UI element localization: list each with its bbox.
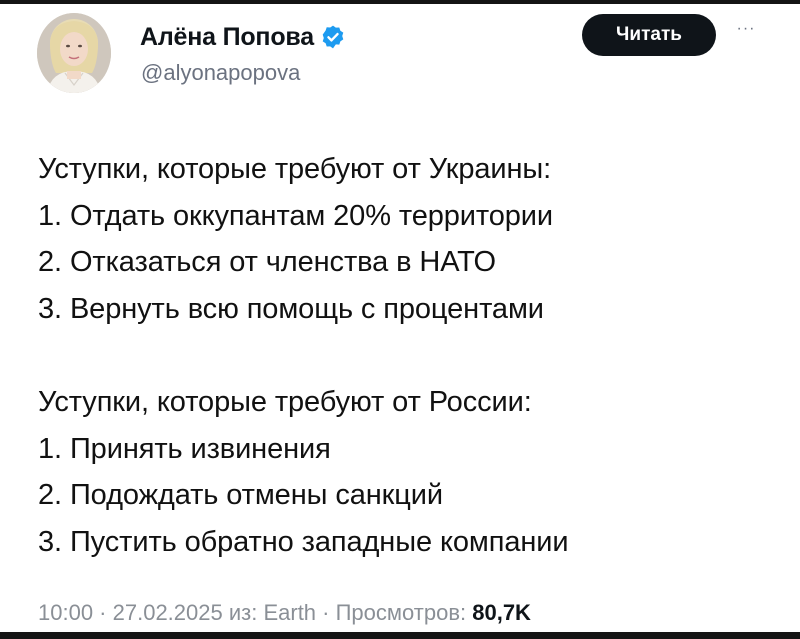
tweet-text-line: 3. Пустить обратно западные компании — [38, 525, 569, 558]
views-count: 80,7K — [472, 600, 531, 625]
tweet-card: Алёна Попова @alyonapopova Читать ··· Ус… — [0, 0, 800, 639]
tweet-date[interactable]: 27.02.2025 — [113, 600, 223, 625]
tweet-text-line: 2. Подождать отмены санкций — [38, 479, 443, 511]
author-name-row: Алёна Попова — [140, 21, 346, 53]
tweet-text: Уступки, которые требуют от Украины: 1. … — [38, 146, 778, 565]
more-options-icon[interactable]: ··· — [731, 20, 761, 40]
source-prefix: из: — [222, 600, 264, 625]
follow-button[interactable]: Читать — [582, 14, 716, 56]
author-handle[interactable]: @alyonapopova — [141, 60, 300, 86]
avatar[interactable] — [37, 13, 111, 93]
tweet-text-line: 3. Вернуть всю помощь с процентами — [38, 292, 544, 325]
author-display-name[interactable]: Алёна Попова — [140, 23, 314, 52]
tweet-source: Earth — [263, 600, 317, 625]
tweet-time[interactable]: 10:00 — [38, 600, 93, 625]
tweet-text-line: 1. Отдать оккупантам 20% территории — [38, 199, 553, 232]
tweet-metadata: 10:00 · 27.02.2025 из: Earth · Просмотро… — [38, 600, 531, 626]
meta-separator: · — [93, 600, 113, 625]
tweet-text-line: Уступки, которые требуют от Украины: — [38, 153, 552, 185]
bottom-frame-border — [0, 632, 800, 639]
tweet-text-line: Уступки, которые требуют от России: — [38, 386, 532, 418]
views-label: Просмотров: — [335, 600, 473, 625]
meta-separator: · — [316, 600, 336, 625]
tweet-text-line: 1. Принять извинения — [38, 432, 331, 465]
tweet-text-line: 2. Отказаться от членства в НАТО — [38, 246, 496, 278]
verified-badge-icon — [320, 24, 346, 50]
avatar-photo — [37, 13, 111, 93]
